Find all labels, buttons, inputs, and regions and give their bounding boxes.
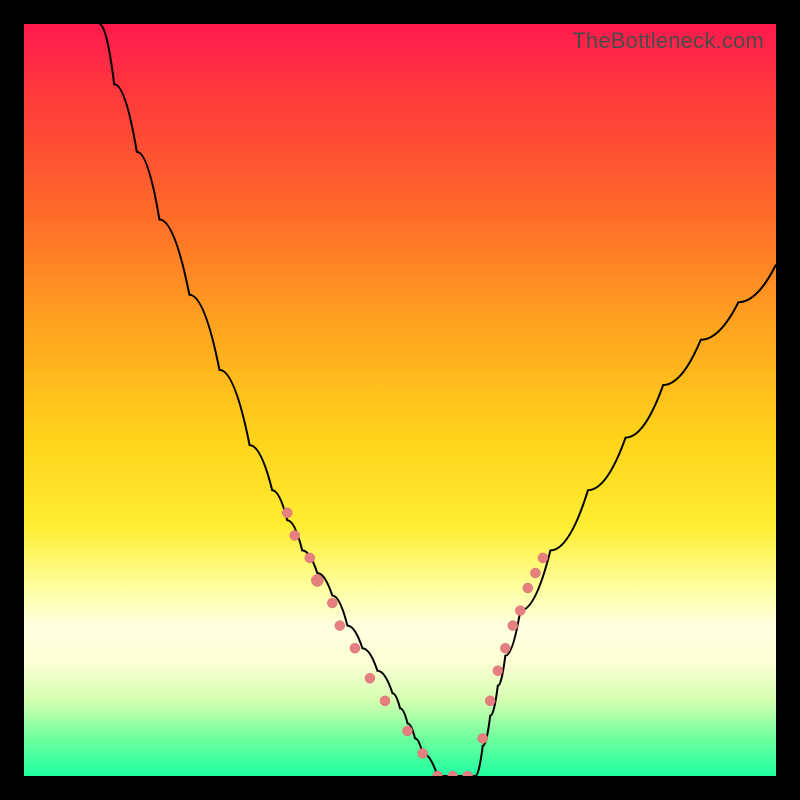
data-dot xyxy=(485,696,495,706)
data-dot xyxy=(433,771,443,776)
data-dot xyxy=(463,771,473,776)
data-dot xyxy=(418,748,428,758)
chart-svg xyxy=(24,24,776,776)
data-dot xyxy=(515,606,525,616)
data-dot xyxy=(478,733,488,743)
data-dot xyxy=(530,568,540,578)
data-dot xyxy=(335,621,345,631)
plot-area: TheBottleneck.com xyxy=(24,24,776,776)
data-dot xyxy=(493,666,503,676)
curve-lines xyxy=(99,24,776,776)
data-dot xyxy=(538,553,548,563)
data-dot xyxy=(508,621,518,631)
data-dot xyxy=(380,696,390,706)
data-dot xyxy=(448,771,458,776)
data-dot xyxy=(365,673,375,683)
curve-right-branch xyxy=(475,265,776,776)
curve-left-branch xyxy=(99,24,437,776)
data-dot xyxy=(305,553,315,563)
data-dot xyxy=(282,508,292,518)
data-dot xyxy=(327,598,337,608)
data-dot xyxy=(290,530,300,540)
chart-frame: TheBottleneck.com xyxy=(0,0,800,800)
data-dot xyxy=(311,575,323,587)
data-dot xyxy=(403,726,413,736)
data-dot xyxy=(350,643,360,653)
data-dot xyxy=(523,583,533,593)
data-dot xyxy=(500,643,510,653)
